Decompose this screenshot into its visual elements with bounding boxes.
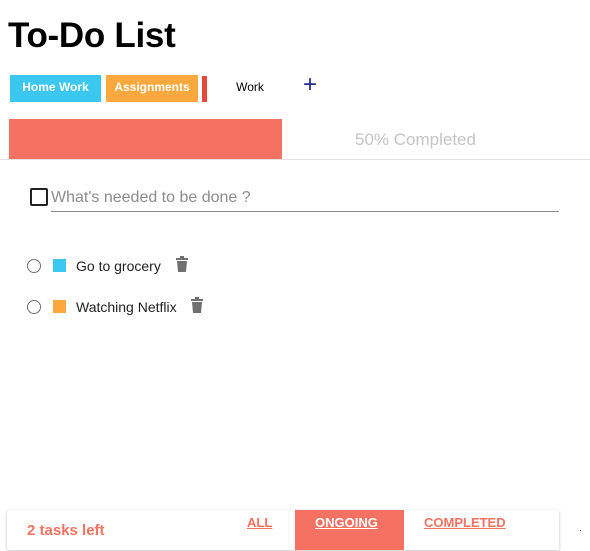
new-task-checkbox[interactable]: [30, 188, 48, 206]
category-tab-assignments[interactable]: Assignments: [106, 75, 198, 102]
category-tab-work[interactable]: Work: [220, 75, 280, 102]
filter-completed[interactable]: COMPLETED: [424, 515, 506, 530]
task-radio[interactable]: [27, 300, 41, 314]
plus-icon: +: [302, 71, 317, 98]
task-category-color: [53, 300, 66, 313]
progress-fill: [9, 119, 282, 159]
filter-ongoing[interactable]: ONGOING: [315, 515, 378, 530]
trash-icon[interactable]: [190, 297, 204, 313]
progress-bar: 50% Completed: [9, 119, 590, 159]
page-title: To-Do List: [8, 16, 176, 55]
task-radio[interactable]: [27, 259, 41, 273]
trash-icon[interactable]: [175, 256, 189, 272]
active-category-marker: [202, 76, 207, 102]
category-tab-home-work[interactable]: Home Work: [10, 75, 101, 102]
filter-all[interactable]: ALL: [247, 515, 272, 530]
add-category-button[interactable]: +: [299, 71, 321, 98]
task-label: Go to grocery: [76, 258, 161, 274]
new-task-input[interactable]: [51, 184, 559, 212]
task-category-color: [53, 259, 66, 272]
divider: [0, 159, 590, 160]
tasks-left-count: 2 tasks left: [27, 522, 105, 539]
stray-dot: [580, 530, 581, 531]
footer-bar: 2 tasks left ALL ONGOING COMPLETED: [7, 510, 559, 550]
progress-label: 50% Completed: [355, 130, 476, 149]
task-label: Watching Netflix: [76, 299, 177, 315]
